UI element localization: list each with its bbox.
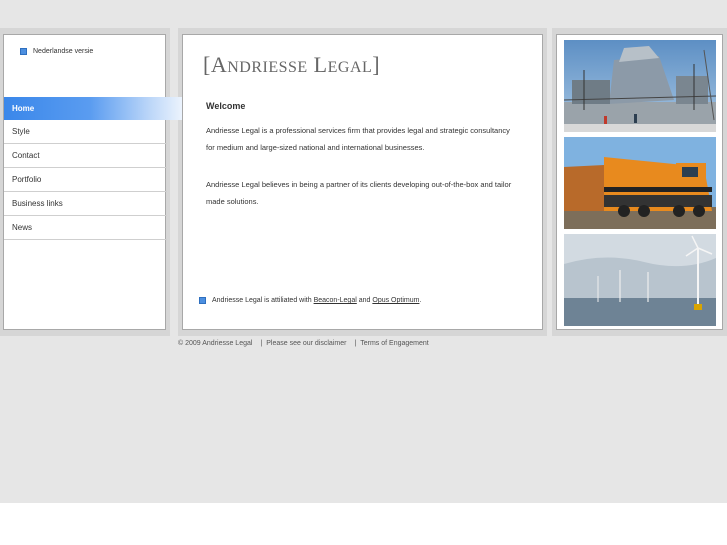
industrial-platform-photo <box>564 40 716 132</box>
nav-item-label: Portfolio <box>12 175 42 184</box>
nav-item-contact[interactable]: Contact <box>4 144 167 168</box>
opus-optimum-link[interactable]: Opus Optimum <box>372 297 419 304</box>
photo-sidebar <box>556 34 723 330</box>
site-logo[interactable]: [ANDRIESSE LEGAL] <box>203 52 380 78</box>
main-content: [ANDRIESSE LEGAL] Welcome Andriesse Lega… <box>182 34 543 330</box>
disclaimer-link[interactable]: Please see our disclaimer <box>266 340 346 347</box>
language-switch-label[interactable]: Nederlandse versie <box>33 48 93 55</box>
partner-paragraph: Andriesse Legal believes in being a part… <box>206 180 512 206</box>
affiliation-note: Andriesse Legal is attiliated with Beaco… <box>199 297 421 304</box>
beacon-legal-link[interactable]: Beacon-Legal <box>314 297 357 304</box>
square-bullet-icon <box>20 48 27 55</box>
main-navigation: Home Style Contact Portfolio Business li… <box>4 97 195 240</box>
intro-paragraph: Andriesse Legal is a professional servic… <box>206 126 510 152</box>
logo-word2-rest: EGAL <box>327 59 373 76</box>
square-bullet-icon <box>199 297 206 304</box>
left-sidebar: Nederlandse versie Home Style Contact Po… <box>3 34 195 330</box>
nav-item-style[interactable]: Style <box>4 120 167 144</box>
affiliation-prefix: Andriesse Legal is attiliated with <box>212 297 312 304</box>
logo-word2-cap: L <box>313 52 328 77</box>
nav-item-news[interactable]: News <box>4 216 167 240</box>
affiliation-suffix: . <box>419 297 422 304</box>
site-footer: © 2009 Andriesse Legal | Please see our di… <box>178 340 433 347</box>
footer-separator: | <box>260 340 263 347</box>
terms-link[interactable]: Terms of Engagement <box>360 340 428 347</box>
nav-item-label: Home <box>12 104 35 113</box>
nav-item-business-links[interactable]: Business links <box>4 192 167 216</box>
copyright-text: © 2009 Andriesse Legal <box>178 340 253 347</box>
logo-word1-cap: A <box>210 52 228 77</box>
nav-item-portfolio[interactable]: Portfolio <box>4 168 167 192</box>
orange-locomotive-photo <box>564 137 716 229</box>
affiliation-and: and <box>358 297 371 304</box>
logo-bracket-close: ] <box>372 52 381 77</box>
page-title: Welcome <box>206 101 246 111</box>
nav-item-label: Style <box>12 127 30 136</box>
logo-bracket-open: [ <box>203 52 211 77</box>
nav-item-label: News <box>12 223 33 232</box>
nav-item-home[interactable]: Home <box>4 97 195 120</box>
footer-separator: | <box>354 340 357 347</box>
language-switch-link[interactable]: Nederlandse versie <box>20 48 93 55</box>
offshore-wind-turbines-photo <box>564 234 716 326</box>
nav-item-label: Business links <box>12 199 63 208</box>
nav-item-label: Contact <box>12 151 40 160</box>
logo-word1-rest: NDRIESSE <box>227 59 308 76</box>
